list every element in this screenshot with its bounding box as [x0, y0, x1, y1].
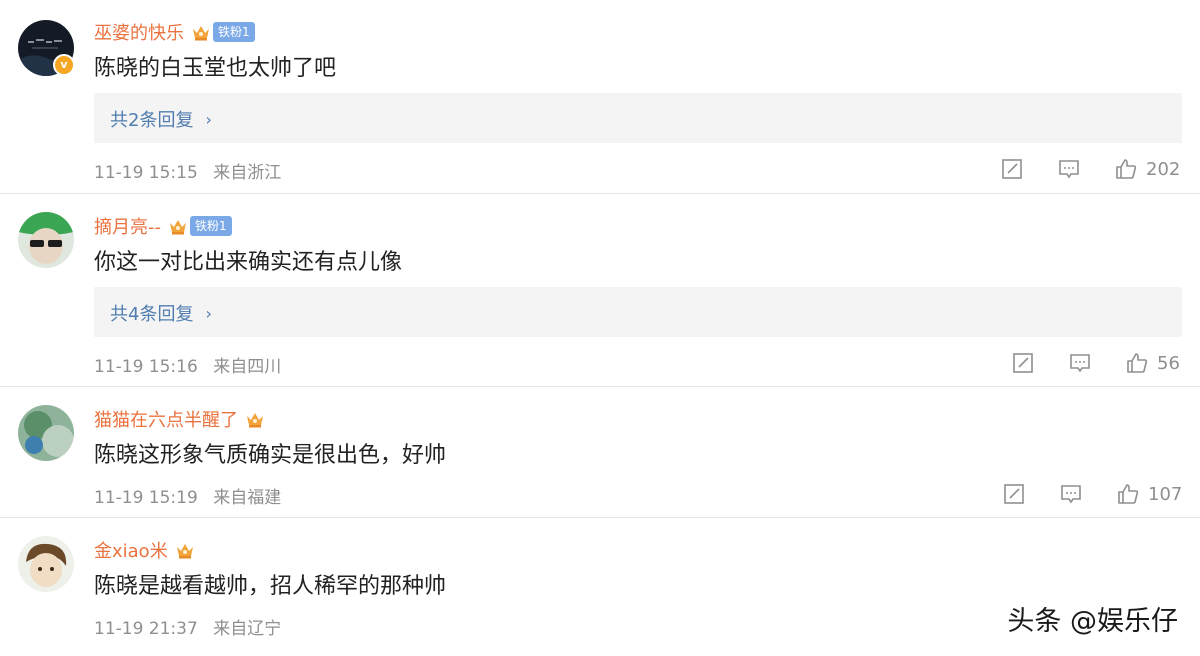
- comment-text: 你这一对比出来确实还有点儿像: [94, 250, 403, 275]
- chevron-right-icon: ›: [205, 109, 212, 129]
- fan-level-badge: 铁粉1: [213, 22, 255, 42]
- crown-badge-icon: [176, 544, 193, 559]
- edit-icon[interactable]: [1000, 157, 1024, 181]
- reply-count-link[interactable]: 共4条回复: [110, 300, 193, 326]
- comment-item: 摘月亮-- 铁粉1 你这一对比出来确实还有点儿像 共4条回复 › 11-19 1…: [0, 194, 1200, 387]
- comment-text: 陈晓的白玉堂也太帅了吧: [94, 56, 337, 81]
- avatar[interactable]: [18, 405, 74, 461]
- verified-badge-icon: v: [53, 54, 75, 76]
- chevron-right-icon: ›: [205, 303, 212, 323]
- reply-summary[interactable]: 共2条回复 ›: [94, 93, 1182, 143]
- comment-icon[interactable]: [1059, 482, 1083, 506]
- comment-icon[interactable]: [1068, 351, 1092, 375]
- thumbs-up-icon[interactable]: [1116, 482, 1140, 506]
- crown-badge-icon: [193, 26, 209, 41]
- comment-item: 猫猫在六点半醒了 陈晓这形象气质确实是很出色，好帅 11-19 15:19 来自…: [0, 387, 1200, 518]
- comment-item: v 巫婆的快乐 铁粉1 陈晓的白玉堂也太帅了吧 共2条回复 › 11-19 15…: [0, 0, 1200, 194]
- comment-time: 11-19 15:16: [94, 357, 198, 377]
- comment-location: 来自福建: [213, 488, 282, 508]
- like-count: 56: [1157, 352, 1180, 374]
- comment-time: 11-19 15:19: [94, 488, 198, 508]
- username[interactable]: 巫婆的快乐: [94, 19, 184, 45]
- username[interactable]: 金xiao米: [94, 537, 168, 563]
- comment-time: 11-19 21:37: [94, 619, 198, 639]
- comment-meta: 11-19 15:19 来自福建: [94, 483, 281, 508]
- thumbs-up-icon[interactable]: [1125, 351, 1149, 375]
- thumbs-up-icon[interactable]: [1114, 157, 1138, 181]
- crown-badge-icon: [247, 413, 263, 428]
- edit-icon[interactable]: [1011, 351, 1035, 375]
- comment-meta: 11-19 15:16 来自四川: [94, 352, 281, 377]
- comment-location: 来自四川: [213, 357, 282, 377]
- comment-time: 11-19 15:15: [94, 163, 198, 183]
- comment-location: 来自浙江: [213, 163, 282, 183]
- edit-icon[interactable]: [1002, 482, 1026, 506]
- username[interactable]: 摘月亮--: [94, 213, 161, 239]
- avatar[interactable]: [18, 536, 74, 592]
- comment-text: 陈晓这形象气质确实是很出色，好帅: [94, 443, 447, 468]
- like-count: 107: [1148, 483, 1183, 505]
- watermark: 头条 @娱乐仔: [1007, 606, 1178, 637]
- like-count: 202: [1146, 158, 1181, 180]
- reply-count-link[interactable]: 共2条回复: [110, 106, 193, 132]
- username[interactable]: 猫猫在六点半醒了: [94, 406, 238, 432]
- reply-summary[interactable]: 共4条回复 ›: [94, 287, 1182, 337]
- comment-meta: 11-19 21:37 来自辽宁: [94, 614, 281, 639]
- comment-text: 陈晓是越看越帅，招人稀罕的那种帅: [94, 574, 447, 599]
- avatar[interactable]: [18, 212, 74, 268]
- comment-location: 来自辽宁: [213, 619, 282, 639]
- crown-badge-icon: [170, 220, 186, 235]
- comment-icon[interactable]: [1057, 157, 1081, 181]
- comment-meta: 11-19 15:15 来自浙江: [94, 158, 281, 183]
- fan-level-badge: 铁粉1: [190, 216, 232, 236]
